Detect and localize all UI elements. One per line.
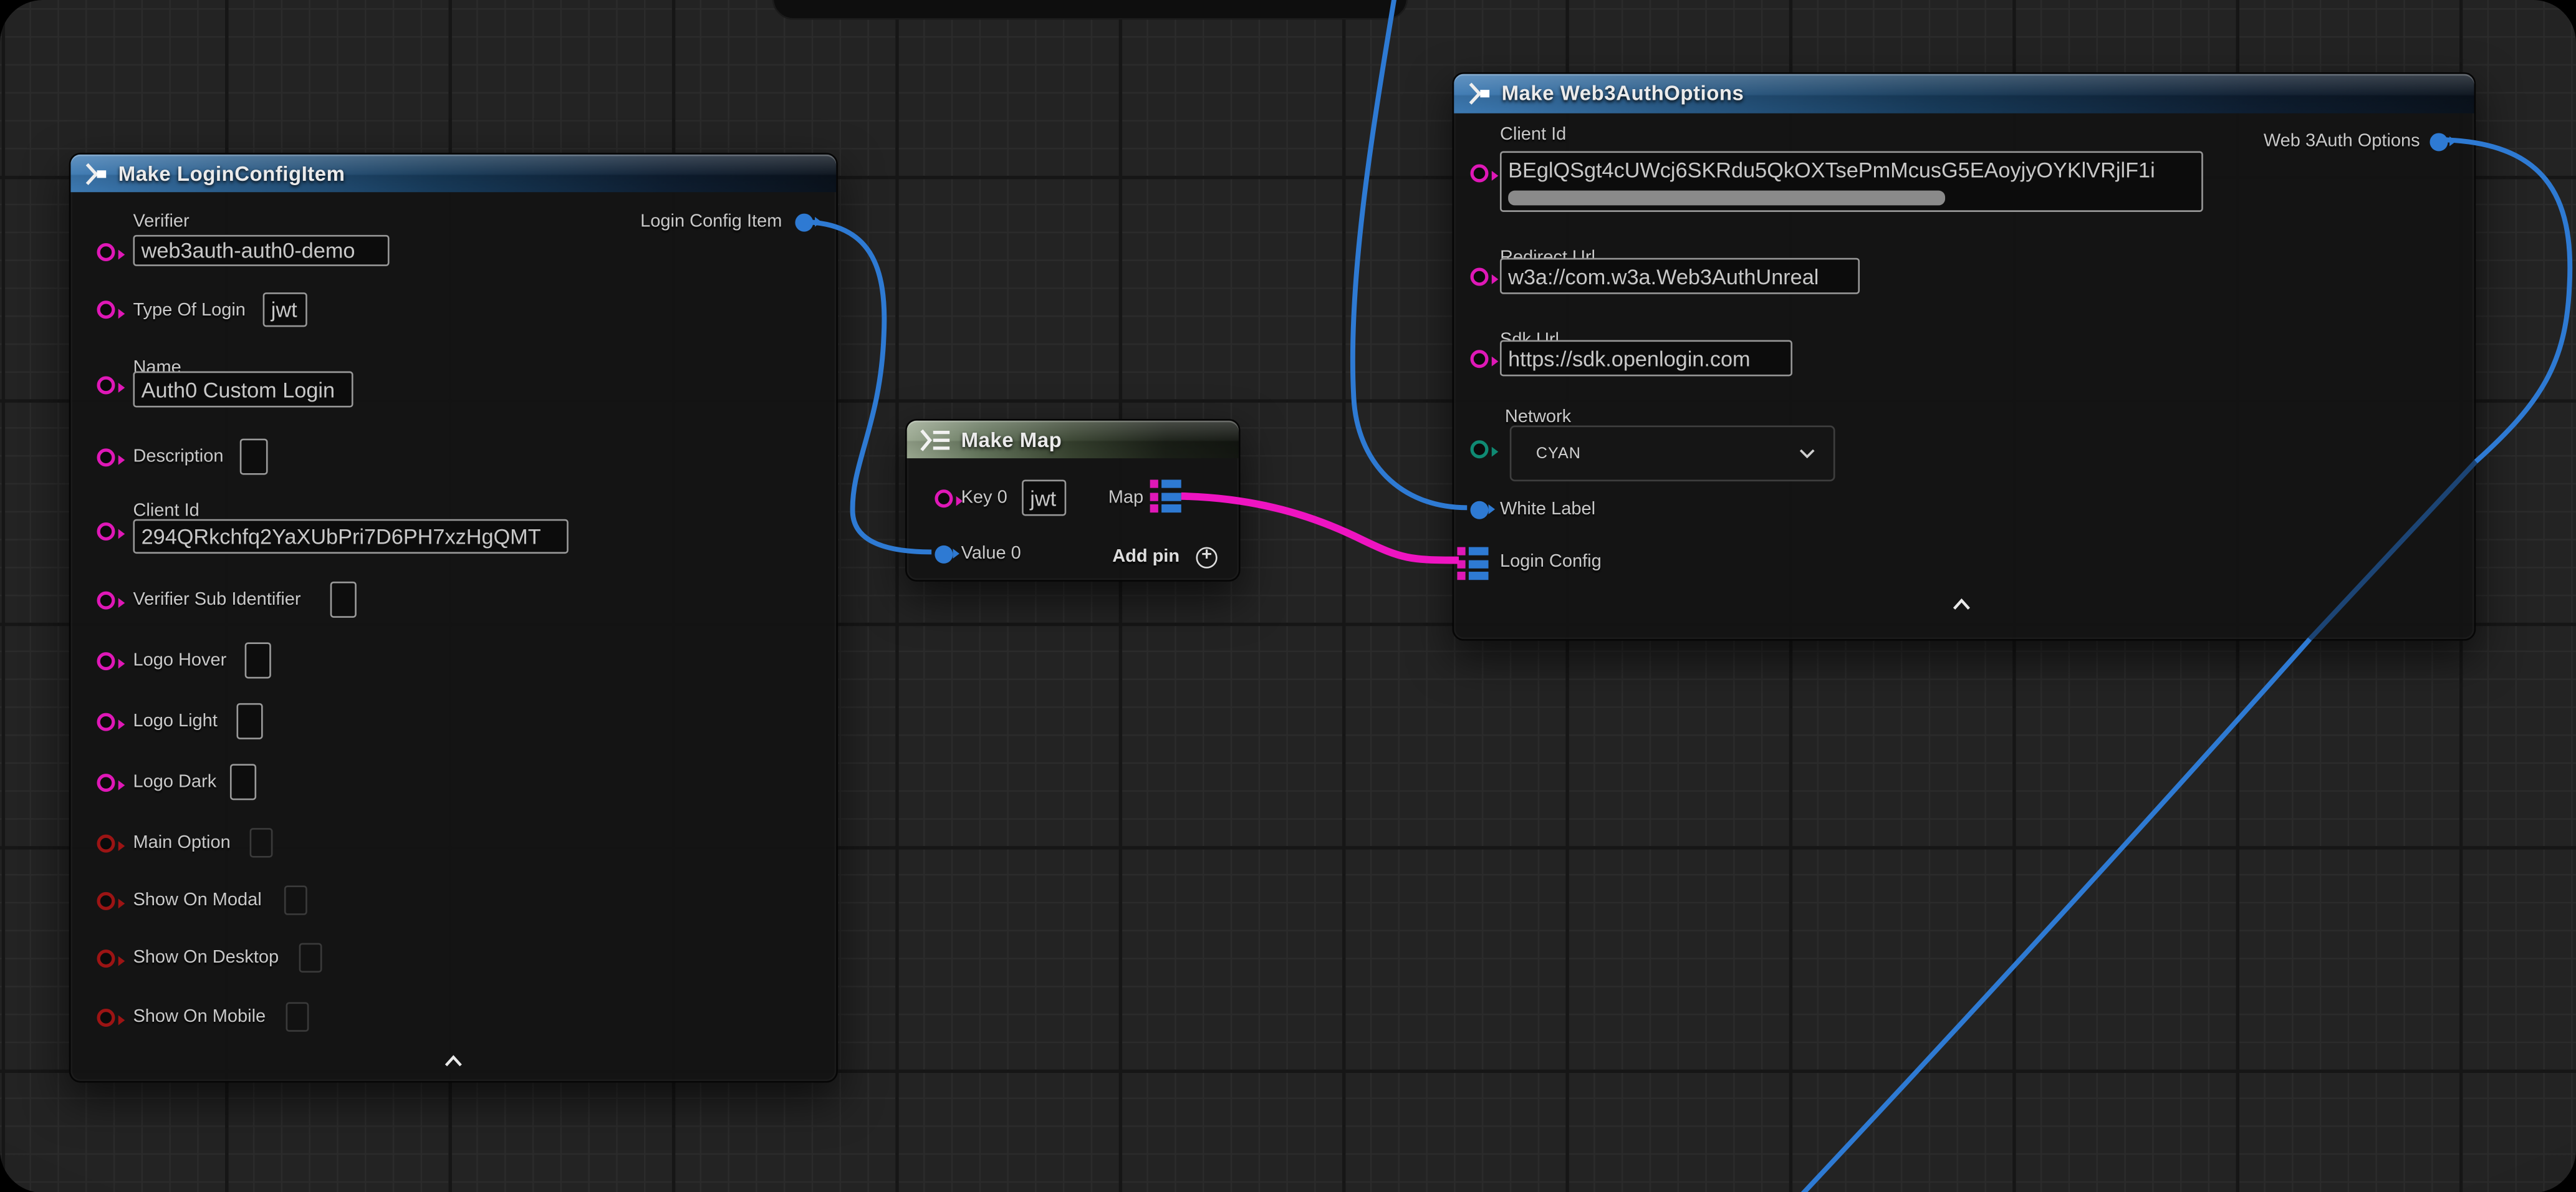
logo-hover-field[interactable]: [245, 642, 271, 678]
node-title: Make Map: [961, 428, 1062, 451]
pin-main-option[interactable]: [96, 834, 114, 852]
pin-label-verifier-sub-identifier: Verifier Sub Identifier: [133, 590, 300, 610]
pin-label-value-0: Value 0: [961, 544, 1021, 564]
name-field[interactable]: Auth0 Custom Login: [133, 372, 353, 408]
output-pin-web3auth-options[interactable]: [2429, 132, 2448, 150]
pin-show-on-modal[interactable]: [96, 892, 114, 910]
pin-redirect-url[interactable]: [1469, 267, 1487, 285]
redirect-url-field[interactable]: w3a://com.w3a.Web3AuthUnreal: [1500, 258, 1860, 294]
client-id-value: BEglQSgt4cUWcj6SKRdu5QkOXTsePmMcusG5EAoy…: [1508, 158, 2155, 183]
pin-logo-hover[interactable]: [96, 651, 114, 670]
show-on-mobile-checkbox[interactable]: [286, 1002, 309, 1031]
login-config-map-pin[interactable]: [1457, 547, 1488, 580]
pin-label-client-id: Client Id: [133, 501, 199, 521]
pin-label-logo-hover: Logo Hover: [133, 651, 226, 671]
pin-label-show-on-mobile: Show On Mobile: [133, 1007, 266, 1027]
pin-show-on-mobile[interactable]: [96, 1008, 114, 1026]
pin-name[interactable]: [96, 375, 114, 393]
make-struct-icon: [1466, 80, 1494, 107]
wire-top-to-white-label[interactable]: [1353, 0, 1467, 507]
pin-label-verifier: Verifier: [133, 212, 189, 232]
dropdown-chevron-down-icon: [1799, 448, 1815, 458]
verifier-sub-identifier-field[interactable]: [330, 582, 357, 618]
pin-logo-light[interactable]: [96, 712, 114, 730]
pin-network[interactable]: [1469, 440, 1487, 458]
description-field[interactable]: [240, 439, 268, 475]
app-window: Make LoginConfigItem Login Config Item V…: [0, 0, 2576, 1192]
show-on-modal-checkbox[interactable]: [284, 885, 307, 915]
add-pin-button[interactable]: Add pin: [1112, 547, 1180, 567]
node-header[interactable]: Make LoginConfigItem: [70, 155, 836, 193]
pin-label-key-0: Key 0: [961, 488, 1007, 508]
network-selected-value: CYAN: [1536, 445, 1581, 463]
pin-label-show-on-desktop: Show On Desktop: [133, 948, 279, 968]
top-panel-edge: [772, 0, 1408, 20]
pin-key-0[interactable]: [934, 489, 952, 507]
output-pin-label: Web 3Auth Options: [2264, 132, 2420, 151]
pin-label-type-of-login: Type Of Login: [133, 300, 246, 320]
pin-sdk-url[interactable]: [1469, 349, 1487, 367]
output-pin-login-config-item[interactable]: [795, 213, 813, 231]
add-pin-plus-icon[interactable]: +: [1196, 546, 1217, 567]
pin-verifier[interactable]: [96, 243, 114, 261]
pin-white-label[interactable]: [1469, 500, 1487, 518]
blueprint-canvas[interactable]: Make LoginConfigItem Login Config Item V…: [0, 0, 2576, 1192]
node-make-web3authoptions[interactable]: Make Web3AuthOptions Web 3Auth Options C…: [1453, 72, 2476, 641]
show-on-desktop-checkbox[interactable]: [299, 943, 322, 973]
pin-label-network: Network: [1505, 408, 1571, 428]
logo-dark-field[interactable]: [230, 764, 256, 800]
pin-label-map: Map: [1108, 488, 1143, 508]
node-header[interactable]: Make Web3AuthOptions: [1454, 74, 2474, 113]
output-pin-label: Login Config Item: [640, 212, 782, 232]
make-map-icon: [918, 426, 951, 453]
collapse-chevron-up-icon[interactable]: [1952, 598, 1972, 611]
pin-client-id[interactable]: [96, 522, 114, 540]
node-make-loginconfigitem[interactable]: Make LoginConfigItem Login Config Item V…: [69, 153, 838, 1083]
pin-description[interactable]: [96, 448, 114, 466]
network-dropdown[interactable]: CYAN: [1510, 426, 1835, 482]
client-id-field[interactable]: 294QRkchfq2YaXUbPri7D6PH7xzHgQMT: [133, 519, 568, 554]
pin-label-logo-light: Logo Light: [133, 711, 217, 731]
pin-logo-dark[interactable]: [96, 773, 114, 791]
pin-label-main-option: Main Option: [133, 833, 230, 853]
node-make-map[interactable]: Make Map Key 0 jwt Map Value 0 Add pin +: [905, 419, 1241, 582]
make-struct-icon: [82, 160, 110, 186]
pin-label-logo-dark: Logo Dark: [133, 772, 216, 792]
node-title: Make LoginConfigItem: [118, 162, 345, 185]
horizontal-scrollbar[interactable]: [1508, 191, 1945, 206]
pin-client-id[interactable]: [1469, 163, 1487, 181]
pin-label-description: Description: [133, 447, 223, 467]
pin-value-0[interactable]: [934, 545, 952, 563]
pin-type-of-login[interactable]: [96, 300, 114, 319]
type-of-login-field[interactable]: jwt: [263, 292, 307, 327]
map-output-pin[interactable]: [1150, 479, 1181, 512]
pin-show-on-desktop[interactable]: [96, 949, 114, 967]
client-id-field[interactable]: BEglQSgt4cUWcj6SKRdu5QkOXTsePmMcusG5EAoy…: [1500, 151, 2203, 212]
key-0-field[interactable]: jwt: [1022, 479, 1066, 516]
sdk-url-field[interactable]: https://sdk.openlogin.com: [1500, 340, 1792, 376]
pin-label-show-on-modal: Show On Modal: [133, 890, 261, 910]
collapse-chevron-up-icon[interactable]: [444, 1055, 464, 1068]
node-title: Make Web3AuthOptions: [1502, 82, 1744, 105]
wire-web3auth-output-diagonal[interactable]: [1800, 639, 2310, 1192]
verifier-field[interactable]: web3auth-auth0-demo: [133, 235, 389, 266]
pin-label-white-label: White Label: [1500, 499, 1595, 519]
node-header[interactable]: Make Map: [907, 421, 1239, 459]
pin-label-login-config: Login Config: [1500, 552, 1602, 572]
logo-light-field[interactable]: [236, 703, 262, 739]
pin-verifier-sub-identifier[interactable]: [96, 590, 114, 608]
main-option-checkbox[interactable]: [250, 828, 273, 857]
pin-label-client-id: Client Id: [1500, 125, 1566, 145]
